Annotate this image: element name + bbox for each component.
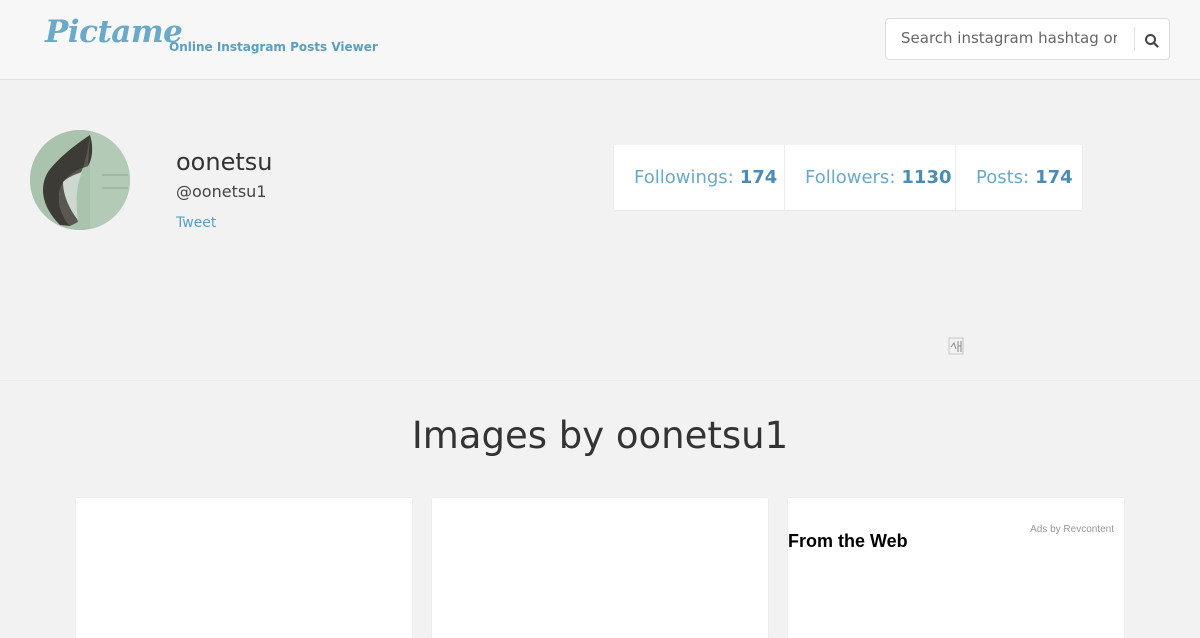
- stat-followings-label: Followings:: [634, 167, 734, 188]
- site-tagline: Online Instagram Posts Viewer: [169, 40, 378, 54]
- image-card[interactable]: [76, 498, 412, 638]
- site-logo[interactable]: Pictame: [45, 14, 183, 50]
- tweet-link[interactable]: Tweet: [176, 215, 216, 231]
- ad-card: Ads by Revcontent From the Web: [788, 498, 1124, 638]
- ad-heading: From the Web: [788, 531, 908, 551]
- stat-followers-value: 1130: [901, 167, 952, 188]
- stat-posts-label: Posts:: [976, 167, 1030, 188]
- avatar-image: [30, 130, 130, 230]
- stat-followings[interactable]: Followings: 174: [614, 145, 785, 210]
- stat-posts[interactable]: Posts: 174: [956, 145, 1082, 210]
- search-divider: [1134, 27, 1135, 51]
- avatar: [30, 130, 130, 230]
- site-header: Pictame Online Instagram Posts Viewer: [0, 0, 1200, 80]
- ad-choices-icon[interactable]: [947, 337, 965, 355]
- image-card[interactable]: [432, 498, 768, 638]
- search-button[interactable]: [1139, 27, 1165, 53]
- stat-followings-value: 174: [739, 167, 778, 188]
- gallery-title: Images by oonetsu1: [411, 414, 789, 457]
- profile-handle: @oonetsu1: [176, 182, 267, 201]
- section-divider: [0, 380, 1200, 381]
- search-input[interactable]: [887, 20, 1117, 56]
- search-box: [885, 18, 1170, 60]
- ads-by-label[interactable]: Ads by Revcontent: [1030, 524, 1114, 535]
- stat-followers[interactable]: Followers: 1130: [785, 145, 956, 210]
- profile-name: oonetsu: [176, 148, 273, 176]
- search-icon: [1145, 34, 1159, 48]
- stat-followers-label: Followers:: [805, 167, 896, 188]
- profile-stats: Followings: 174 Followers: 1130 Posts: 1…: [614, 145, 1082, 210]
- stat-posts-value: 174: [1035, 167, 1073, 188]
